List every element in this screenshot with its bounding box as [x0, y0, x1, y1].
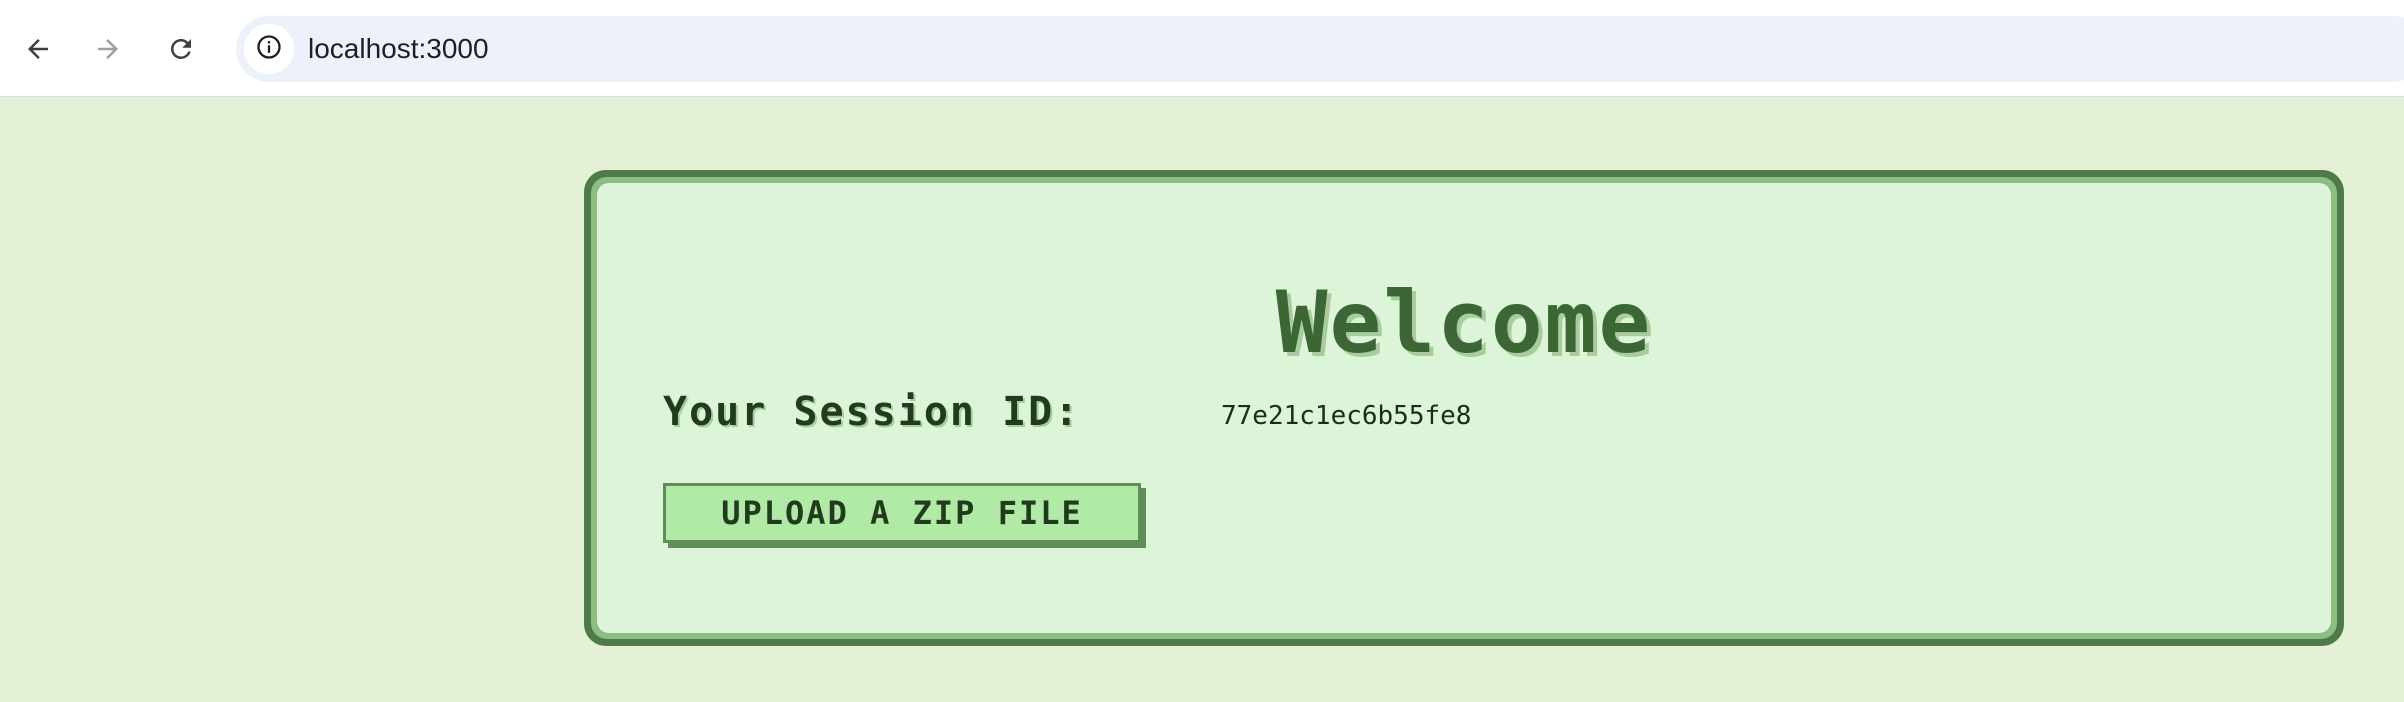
- session-id-label: Your Session ID:: [663, 389, 1081, 435]
- info-icon: [255, 33, 283, 65]
- session-id-value: 77e21c1ec6b55fe8: [1221, 401, 1472, 431]
- url-text[interactable]: localhost:3000: [308, 33, 489, 65]
- welcome-card-frame: Welcome Your Session ID: 77e21c1ec6b55fe…: [591, 177, 2337, 639]
- reload-icon: [166, 34, 196, 64]
- forward-button[interactable]: [85, 26, 131, 72]
- arrow-left-icon: [23, 34, 53, 64]
- back-button[interactable]: [15, 26, 61, 72]
- site-info-button[interactable]: [244, 24, 294, 74]
- arrow-right-icon: [93, 34, 123, 64]
- address-bar[interactable]: localhost:3000: [236, 16, 2404, 82]
- upload-zip-button[interactable]: UPLOAD A ZIP FILE: [663, 483, 1141, 543]
- browser-toolbar: localhost:3000: [0, 0, 2404, 97]
- page-title: Welcome: [1275, 273, 1653, 373]
- welcome-card: Welcome Your Session ID: 77e21c1ec6b55fe…: [584, 170, 2344, 646]
- welcome-card-body: Welcome Your Session ID: 77e21c1ec6b55fe…: [597, 183, 2331, 633]
- reload-button[interactable]: [158, 26, 204, 72]
